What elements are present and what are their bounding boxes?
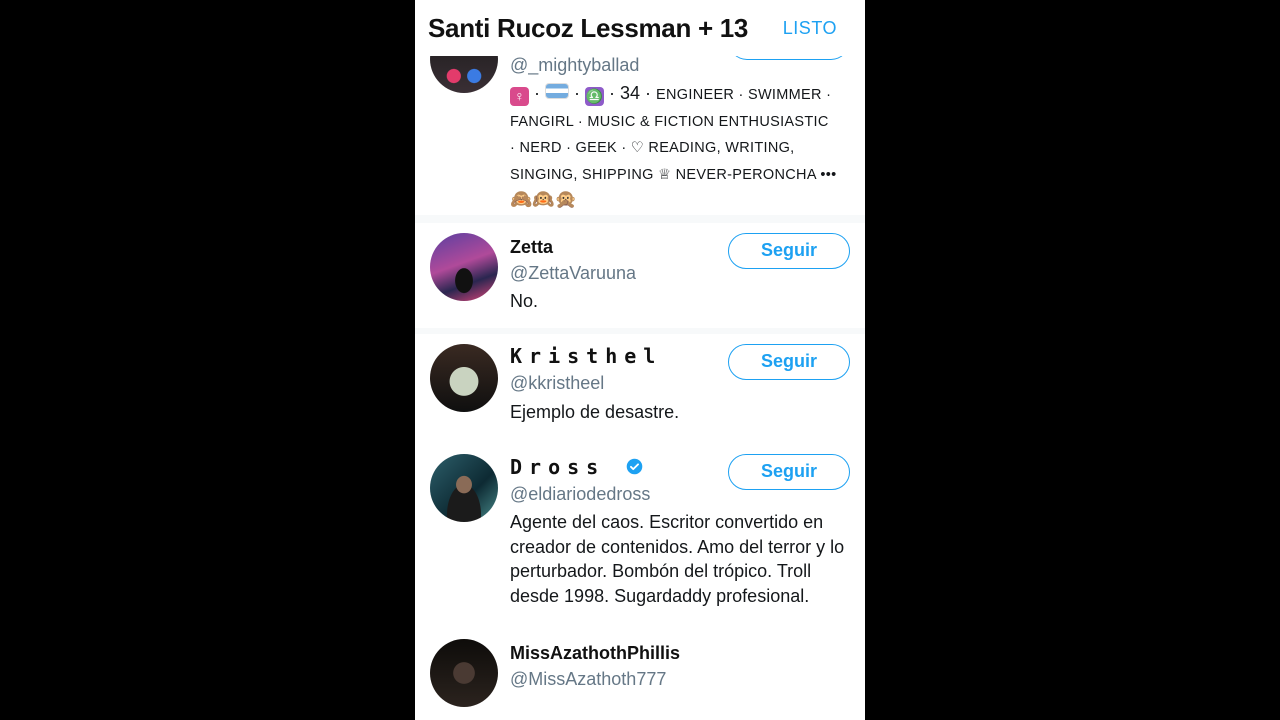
monkey-emojis: 🙈🙉🙊 (510, 189, 578, 209)
verified-badge-icon (626, 458, 643, 475)
user-handle: @kkristheel (510, 373, 605, 393)
follow-button[interactable]: Seguir (728, 233, 850, 269)
user-name: MissAzathothPhillis (510, 643, 681, 663)
female-sign-icon: ♀ (510, 87, 529, 106)
avatar[interactable] (430, 344, 498, 412)
user-bio: No. (510, 291, 539, 311)
user-handle: @_mightyballad (510, 55, 640, 75)
divider (415, 215, 865, 223)
user-handle: @eldiariodedross (510, 484, 651, 504)
page-title: Santi Rucoz Lessman + 13 (428, 13, 749, 43)
user-name: Dross (510, 455, 606, 479)
done-button[interactable]: LISTO (783, 18, 837, 39)
argentina-flag-icon (545, 83, 569, 99)
follow-button[interactable]: Seguir (728, 344, 850, 380)
user-bio: Ejemplo de desastre. (510, 402, 680, 422)
list-item[interactable]: Dross Seguir @eldiariodedross Agente del… (415, 444, 865, 629)
user-handle: @MissAzathoth777 (510, 669, 667, 689)
user-handle: @ZettaVaruuna (510, 263, 637, 283)
user-name: Kristhel (510, 344, 663, 368)
libra-icon: ♎ (585, 87, 604, 106)
follow-button[interactable]: Seguir (728, 454, 850, 490)
header: Santi Rucoz Lessman + 13 LISTO (415, 0, 865, 56)
user-bio: ♀ · · ♎ · 34 · ENGINEER · SWIMMER · FANG… (510, 83, 837, 209)
avatar[interactable] (430, 454, 498, 522)
user-name-row: Dross (510, 455, 643, 479)
phone-screen: Santi Rucoz Lessman + 13 LISTO @_mightyb… (415, 0, 865, 720)
user-bio: Agente del caos. Escritor convertido en … (510, 512, 845, 606)
avatar[interactable] (430, 639, 498, 707)
list-item[interactable]: Kristhel Seguir @kkristheel Ejemplo de d… (415, 334, 865, 444)
list-item[interactable]: MissAzathothPhillis @MissAzathoth777 (415, 629, 865, 720)
list-item[interactable]: Zetta Seguir @ZettaVaruuna No. (415, 223, 865, 328)
user-name: Zetta (510, 237, 554, 257)
avatar[interactable] (430, 233, 498, 301)
